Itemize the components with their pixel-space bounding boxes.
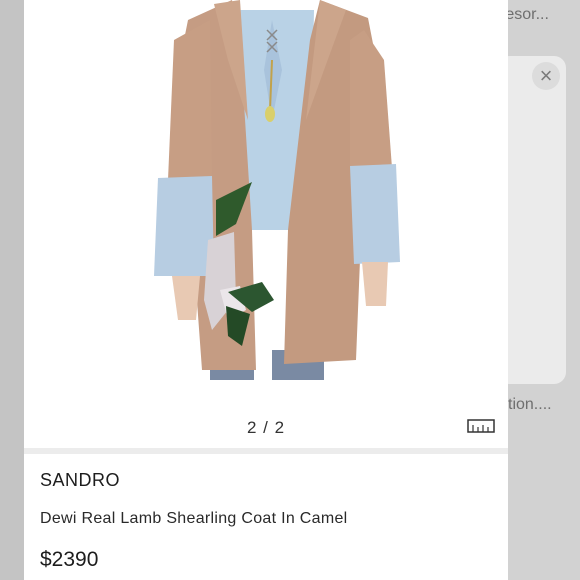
close-icon: × <box>539 63 553 88</box>
close-button[interactable]: × <box>532 62 560 90</box>
product-image-gallery[interactable]: 2 / 2 <box>24 0 508 448</box>
background-card <box>498 56 566 384</box>
product-sheet: 2 / 2 SANDRO Dewi Real Lamb Shearling Co… <box>24 0 508 580</box>
section-divider <box>24 448 508 454</box>
product-title: Dewi Real Lamb Shearling Coat In Camel <box>40 510 348 527</box>
product-price: $2390 <box>40 548 99 571</box>
brand-name[interactable]: SANDRO <box>40 470 120 491</box>
product-photo <box>154 0 400 380</box>
image-counter: 2 / 2 <box>246 418 286 437</box>
dimmed-backdrop-left <box>0 0 24 580</box>
ruler-icon[interactable] <box>467 419 495 433</box>
